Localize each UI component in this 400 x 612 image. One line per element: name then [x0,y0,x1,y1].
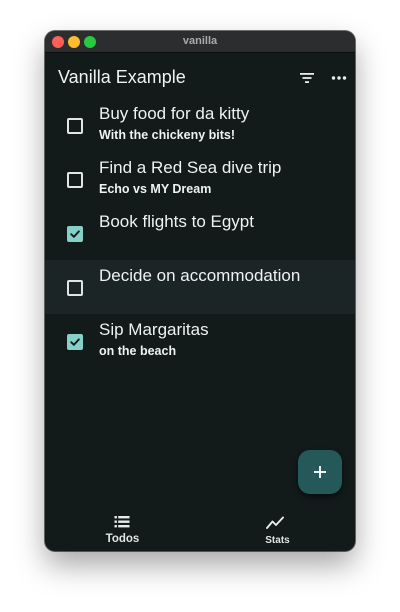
nav-label-stats: Stats [265,535,290,546]
todo-note: With the chickeny bits! [99,128,236,142]
nav-item-todos[interactable]: Todos [45,506,200,551]
add-todo-button[interactable] [298,450,342,494]
window-titlebar[interactable]: vanilla [45,31,355,53]
todo-checkbox[interactable] [67,172,83,188]
todo-note: on the beach [99,344,177,358]
more-vert-icon[interactable] [331,70,347,86]
todo-checkbox-checked[interactable] [67,226,83,242]
app-bar: Vanilla Example [45,53,355,99]
check-icon [70,230,80,238]
todo-task: Find a Red Sea dive trip [99,158,282,177]
todo-checkbox-checked[interactable] [67,334,83,350]
todo-note: Echo vs MY Dream [99,182,212,196]
filter-icon[interactable] [299,70,315,86]
todo-checkbox[interactable] [67,118,83,134]
todo-item[interactable]: Book flights to Egypt [45,206,355,260]
page-title: Vanilla Example [58,67,186,87]
todo-task: Decide on accommodation [99,266,301,285]
todo-task: Buy food for da kitty [99,104,250,123]
bottom-nav: Todos Stats [45,506,355,551]
plus-icon [314,466,326,478]
list-icon [114,515,130,534]
todo-item[interactable]: Find a Red Sea dive trip Echo vs MY Drea… [45,152,355,206]
todo-task: Sip Margaritas [99,320,209,339]
show-chart-icon [266,516,284,535]
todo-item[interactable]: Buy food for da kitty With the chickeny … [45,98,355,152]
todo-item[interactable]: Sip Margaritas on the beach [45,314,355,368]
nav-item-stats[interactable]: Stats [200,506,355,551]
app-window: vanilla Vanilla Example Buy food for da … [45,31,355,551]
nav-label-todos: Todos [105,533,140,545]
check-icon [70,338,80,346]
todo-checkbox[interactable] [67,280,83,296]
todo-item[interactable]: Decide on accommodation [45,260,355,314]
window-title: vanilla [182,35,218,47]
todo-task: Book flights to Egypt [99,212,254,231]
